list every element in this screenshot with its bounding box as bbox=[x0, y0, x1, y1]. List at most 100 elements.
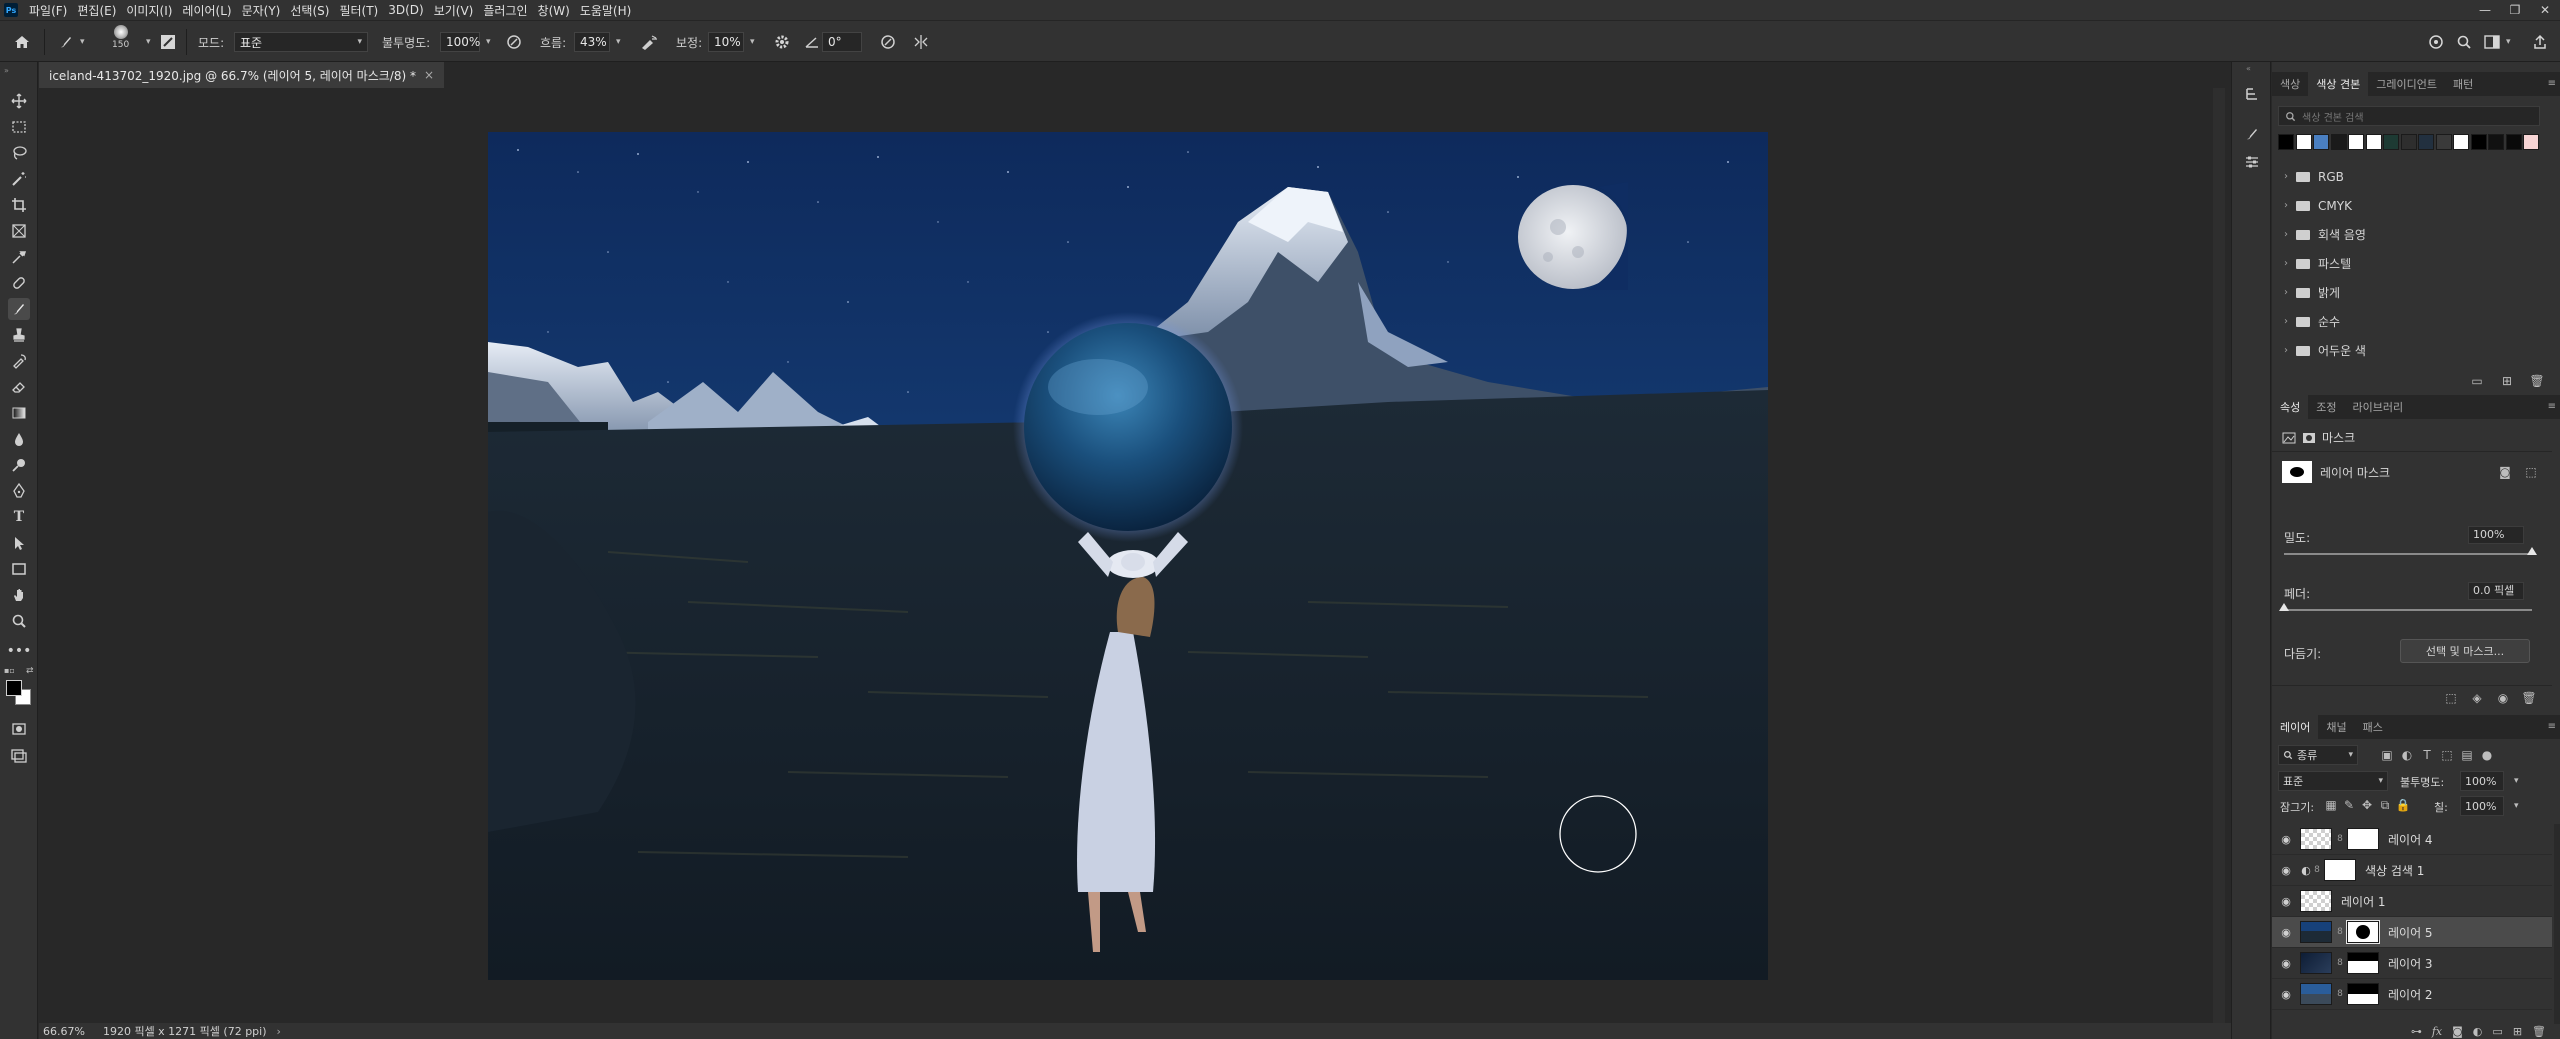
layer-row[interactable]: ◉ 8 레이어 4 bbox=[2272, 824, 2552, 855]
chevron-down-icon[interactable]: ▾ bbox=[750, 37, 755, 47]
group-icon[interactable]: ▭ bbox=[2492, 1025, 2502, 1038]
color-swatch[interactable] bbox=[2383, 134, 2399, 150]
gear-icon[interactable] bbox=[774, 31, 790, 53]
feather-slider[interactable] bbox=[2284, 609, 2532, 611]
brush-caret-icon[interactable]: ▾ bbox=[140, 31, 151, 53]
menu-plugins[interactable]: 플러그인 bbox=[478, 2, 532, 19]
select-and-mask-button[interactable]: 선택 및 마스크... bbox=[2400, 639, 2530, 663]
panel-menu-icon[interactable]: ≡ bbox=[2548, 721, 2556, 732]
lock-all-icon[interactable]: 🔒 bbox=[2394, 796, 2412, 814]
crop-tool-icon[interactable] bbox=[8, 194, 30, 216]
lock-artboard-icon[interactable]: ⧉ bbox=[2376, 796, 2394, 814]
eye-icon[interactable]: ◉ bbox=[2272, 957, 2300, 970]
history-panel-icon[interactable] bbox=[2242, 84, 2262, 104]
apply-mask-icon[interactable]: ◈ bbox=[2468, 689, 2486, 707]
menu-layer[interactable]: 레이어(L) bbox=[177, 2, 236, 19]
load-selection-icon[interactable]: ⬚ bbox=[2442, 689, 2460, 707]
new-layer-icon[interactable]: ⊞ bbox=[2513, 1025, 2522, 1038]
panel-menu-icon[interactable]: ≡ bbox=[2548, 78, 2556, 89]
color-swatch[interactable] bbox=[2400, 134, 2417, 150]
cloud-docs-icon[interactable] bbox=[2428, 31, 2444, 53]
close-icon[interactable]: ✕ bbox=[2530, 0, 2560, 20]
filter-toggle-icon[interactable]: ● bbox=[2478, 746, 2496, 764]
rectangle-tool-icon[interactable] bbox=[8, 558, 30, 580]
more-tools-icon[interactable]: ••• bbox=[7, 640, 32, 662]
new-swatch-icon[interactable]: ⊞ bbox=[2498, 372, 2516, 390]
swatch-folder-grayscale[interactable]: › 회색 음영 bbox=[2278, 220, 2548, 249]
quick-mask-icon[interactable] bbox=[8, 718, 30, 740]
restore-icon[interactable]: ❐ bbox=[2500, 0, 2530, 20]
menu-filter[interactable]: 필터(T) bbox=[334, 2, 383, 19]
layer-opacity-input[interactable]: 100% bbox=[2460, 771, 2504, 791]
document-canvas-image[interactable] bbox=[488, 132, 1768, 980]
magic-wand-tool-icon[interactable] bbox=[8, 168, 30, 190]
brush-size-picker[interactable]: 150 bbox=[112, 25, 129, 59]
fill-input[interactable]: 100% bbox=[2460, 796, 2504, 816]
panel-menu-icon[interactable]: ≡ bbox=[2548, 401, 2556, 412]
brush-settings-icon[interactable] bbox=[160, 31, 176, 53]
swatch-folder-pure[interactable]: › 순수 bbox=[2278, 307, 2548, 336]
chevron-down-icon[interactable]: ▾ bbox=[2514, 776, 2519, 786]
eye-icon[interactable]: ◉ bbox=[2272, 926, 2300, 939]
menu-help[interactable]: 도움말(H) bbox=[575, 2, 637, 19]
color-swatch[interactable] bbox=[2435, 134, 2452, 150]
zoom-level[interactable]: 66.67% bbox=[43, 1025, 85, 1038]
menu-type[interactable]: 문자(Y) bbox=[237, 2, 286, 19]
eye-icon[interactable]: ◉ bbox=[2272, 895, 2300, 908]
eye-icon[interactable]: ◉ bbox=[2272, 864, 2300, 877]
menu-select[interactable]: 선택(S) bbox=[285, 2, 334, 19]
chevron-down-icon[interactable]: ▾ bbox=[616, 37, 621, 47]
color-swatch[interactable] bbox=[2470, 134, 2487, 150]
swap-colors-icon[interactable]: ⇄ bbox=[26, 666, 34, 676]
toolbar-collapse-icon[interactable]: » bbox=[4, 66, 9, 75]
swatch-folder-pastel[interactable]: › 파스텔 bbox=[2278, 249, 2548, 278]
trash-icon[interactable]: 🗑 bbox=[2520, 689, 2538, 707]
feather-input[interactable]: 0.0 픽셀 bbox=[2468, 582, 2524, 600]
color-swatch[interactable] bbox=[2523, 134, 2539, 150]
minimize-icon[interactable]: — bbox=[2470, 0, 2500, 20]
trash-icon[interactable]: 🗑 bbox=[2532, 1025, 2546, 1038]
close-tab-icon[interactable]: × bbox=[424, 68, 434, 82]
filter-type-icon[interactable]: T bbox=[2418, 746, 2436, 764]
color-swatch[interactable] bbox=[2453, 134, 2469, 150]
pressure-opacity-icon[interactable] bbox=[506, 31, 522, 53]
brush-tool-preset-icon[interactable]: ▾ bbox=[58, 31, 85, 53]
lock-transparency-icon[interactable]: ▦ bbox=[2322, 796, 2340, 814]
menu-3d[interactable]: 3D(D) bbox=[383, 3, 428, 17]
tab-gradients[interactable]: 그레이디언트 bbox=[2368, 72, 2445, 96]
type-tool-icon[interactable]: T bbox=[8, 506, 30, 528]
screen-mode-icon[interactable] bbox=[8, 744, 30, 766]
dodge-tool-icon[interactable] bbox=[8, 454, 30, 476]
lasso-tool-icon[interactable] bbox=[8, 142, 30, 164]
tab-paths[interactable]: 패스 bbox=[2355, 715, 2391, 739]
eye-icon[interactable]: ◉ bbox=[2272, 988, 2300, 1001]
airbrush-icon[interactable] bbox=[640, 31, 658, 53]
swatch-search-input[interactable]: 색상 견본 검색 bbox=[2278, 106, 2540, 126]
smoothing-input[interactable]: 10% ▾ bbox=[708, 31, 755, 53]
color-swatch[interactable] bbox=[2488, 134, 2504, 150]
swatch-folder-dark[interactable]: › 어두운 색 bbox=[2278, 336, 2548, 365]
eraser-tool-icon[interactable] bbox=[8, 376, 30, 398]
opacity-input[interactable]: 100% ▾ bbox=[440, 31, 491, 53]
zoom-tool-icon[interactable] bbox=[8, 610, 30, 632]
eye-icon[interactable]: ◉ bbox=[2272, 833, 2300, 846]
brush-tool-icon[interactable] bbox=[8, 298, 30, 320]
pen-tool-icon[interactable] bbox=[8, 480, 30, 502]
filter-pixel-icon[interactable]: ▣ bbox=[2378, 746, 2396, 764]
new-group-icon[interactable]: ▭ bbox=[2468, 372, 2486, 390]
collapse-icon[interactable]: « bbox=[2246, 64, 2251, 73]
color-swatch[interactable] bbox=[2313, 134, 2329, 150]
color-swatch[interactable] bbox=[2505, 134, 2522, 150]
density-slider[interactable] bbox=[2284, 553, 2532, 555]
flow-input[interactable]: 43% ▾ bbox=[574, 31, 621, 53]
trash-icon[interactable]: 🗑 bbox=[2528, 372, 2546, 390]
menu-view[interactable]: 보기(V) bbox=[429, 2, 479, 19]
density-slider-thumb[interactable] bbox=[2527, 547, 2537, 555]
tab-patterns[interactable]: 패턴 bbox=[2445, 72, 2481, 96]
document-tab[interactable]: iceland-413702_1920.jpg @ 66.7% (레이어 5, … bbox=[39, 62, 445, 88]
color-swatch[interactable] bbox=[2348, 134, 2364, 150]
gradient-tool-icon[interactable] bbox=[8, 402, 30, 424]
tab-adjustments[interactable]: 조정 bbox=[2308, 395, 2344, 419]
path-selection-tool-icon[interactable] bbox=[8, 532, 30, 554]
default-colors-icon[interactable]: ▪▫ bbox=[4, 666, 15, 675]
